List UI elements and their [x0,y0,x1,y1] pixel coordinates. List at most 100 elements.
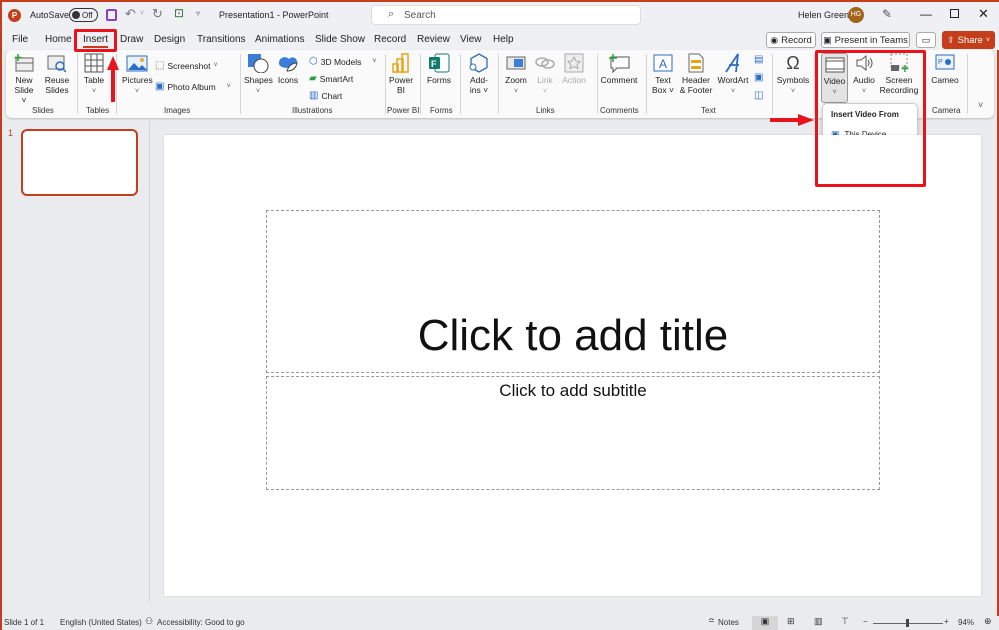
action-button[interactable]: Action [561,53,587,85]
slide-thumbnail[interactable] [21,129,138,196]
user-avatar[interactable]: HG [848,7,864,23]
forms-button[interactable]: F Forms [425,53,453,85]
redo-icon[interactable]: ↻ [152,6,163,22]
reuse-slides-button[interactable]: Reuse Slides [44,53,70,95]
tab-home[interactable]: Home [45,34,72,45]
text-box-label-1: Text [655,75,671,85]
pictures-button[interactable]: Pictures ˅ [122,53,153,97]
title-placeholder[interactable]: Click to add title [266,210,880,373]
designer-pen-icon[interactable]: ✎ [882,7,892,21]
subtitle-placeholder[interactable]: Click to add subtitle [266,376,880,490]
add-ins-button[interactable]: Add- ins ˅ [465,53,493,95]
slide-sorter-icon[interactable]: ⊞ [787,616,795,627]
record-icon: ◉ [770,34,779,45]
title-bar: P AutoSave Off ↶ ˅ ↻ ⊡ ▿ Presentation1 -… [2,0,999,28]
link-button[interactable]: Link ˅ [533,53,557,97]
header-footer-button[interactable]: Header & Footer [679,53,713,95]
add-ins-icon [469,53,488,73]
tab-animations[interactable]: Animations [255,34,304,45]
screenshot-icon: ⬚ [155,60,165,71]
svg-text:P: P [938,59,943,66]
screenshot-label: Screenshot [167,60,211,71]
screenshot-button[interactable]: ⬚ Screenshot ˅ [155,60,218,71]
cameo-button[interactable]: P Cameo [928,53,962,85]
record-button[interactable]: ◉ Record [766,32,816,48]
zoom-out-button[interactable]: − [863,617,868,626]
slide-number-icon[interactable]: ▣ [754,72,763,83]
photo-album-label: Photo Album [167,81,216,92]
new-slide-button[interactable]: New Slide ˅ [12,53,36,105]
undo-dropdown-icon[interactable]: ˅ [140,10,144,17]
header-footer-label-2: & Footer [679,85,713,95]
symbols-button[interactable]: Ω Symbols ˅ [776,53,810,97]
zoom-button[interactable]: Zoom ˅ [503,53,529,97]
zoom-slider-thumb[interactable] [905,619,909,627]
pictures-label: Pictures [122,75,153,85]
reading-view-icon[interactable]: ▥ [814,616,823,627]
user-name[interactable]: Helen Green [798,10,849,20]
3d-models-icon: ⬡ [309,56,318,67]
group-label-text: Text [701,106,716,115]
accessibility-status[interactable]: Accessibility: Good to go [157,618,245,627]
tab-draw[interactable]: Draw [120,34,143,45]
tab-view[interactable]: View [460,34,482,45]
power-bi-button[interactable]: Power BI [387,53,415,95]
collapse-ribbon-icon[interactable]: ˅ [978,100,983,110]
present-in-teams-button[interactable]: ▣ Present in Teams [821,32,910,48]
tab-design[interactable]: Design [154,34,185,45]
present-from-start-icon[interactable]: ⊡ [174,6,184,20]
search-box[interactable]: ⌕ Search [371,5,641,25]
normal-view-icon[interactable]: ▣ [752,616,778,630]
tab-slide-show[interactable]: Slide Show [315,34,365,45]
photo-album-button[interactable]: ▣ Photo Album ˅ [155,81,231,92]
icons-button[interactable]: Icons [276,53,300,85]
zoom-in-button[interactable]: + [944,617,949,626]
group-separator [646,54,647,114]
comment-button[interactable]: Comment [600,53,638,85]
tab-review[interactable]: Review [417,34,450,45]
date-time-icon[interactable]: ▤ [754,54,763,65]
group-separator [772,54,773,114]
tab-record[interactable]: Record [374,34,406,45]
minimize-icon[interactable]: — [920,7,932,21]
forms-icon: F [429,53,450,73]
table-button[interactable]: Table ˅ [82,53,106,97]
group-label-comments: Comments [600,106,639,115]
notes-button[interactable]: Notes [718,618,739,627]
comments-button[interactable]: ▭ [916,32,936,48]
close-icon[interactable]: ✕ [978,6,989,22]
share-icon: ⇪ [947,34,955,45]
chart-button[interactable]: ▥ Chart [309,90,342,101]
object-icon[interactable]: ◫ [754,90,763,101]
link-label: Link [537,75,553,85]
notes-icon: ≏ [708,616,715,625]
text-box-button[interactable]: A Text Box ˅ [651,53,675,95]
wordart-icon [725,53,739,73]
tab-help[interactable]: Help [493,34,514,45]
fit-to-window-icon[interactable]: ⊕ [984,616,992,627]
add-ins-label-1: Add- [470,75,488,85]
slide-canvas: Click to add title Click to add subtitle [164,135,981,596]
svg-text:F: F [431,59,437,69]
action-icon [564,53,584,73]
table-dropdown-icon: ˅ [91,88,97,95]
group-separator [240,54,241,114]
zoom-level[interactable]: 94% [958,618,974,627]
autosave-toggle[interactable]: Off [69,8,98,22]
save-icon[interactable] [106,9,117,21]
cameo-icon: P [935,54,955,70]
tab-file[interactable]: File [12,34,28,45]
maximize-icon[interactable] [950,9,959,18]
slide-show-icon[interactable]: ⊤ [841,616,849,627]
share-button[interactable]: ⇪ Share ˅ [942,31,995,49]
3d-models-button[interactable]: ⬡ 3D Models ˅ [309,56,376,67]
undo-icon[interactable]: ↶ [125,6,136,22]
smartart-button[interactable]: ▰ SmartArt [309,73,353,84]
shapes-button[interactable]: Shapes ˅ [244,53,273,97]
customize-toolbar-icon[interactable]: ▿ [196,9,200,18]
language[interactable]: English (United States) [60,618,142,627]
tab-transitions[interactable]: Transitions [197,34,246,45]
document-title: Presentation1 - PowerPoint [219,10,329,20]
wordart-button[interactable]: WordArt ˅ [716,53,750,97]
smartart-icon: ▰ [309,73,317,84]
